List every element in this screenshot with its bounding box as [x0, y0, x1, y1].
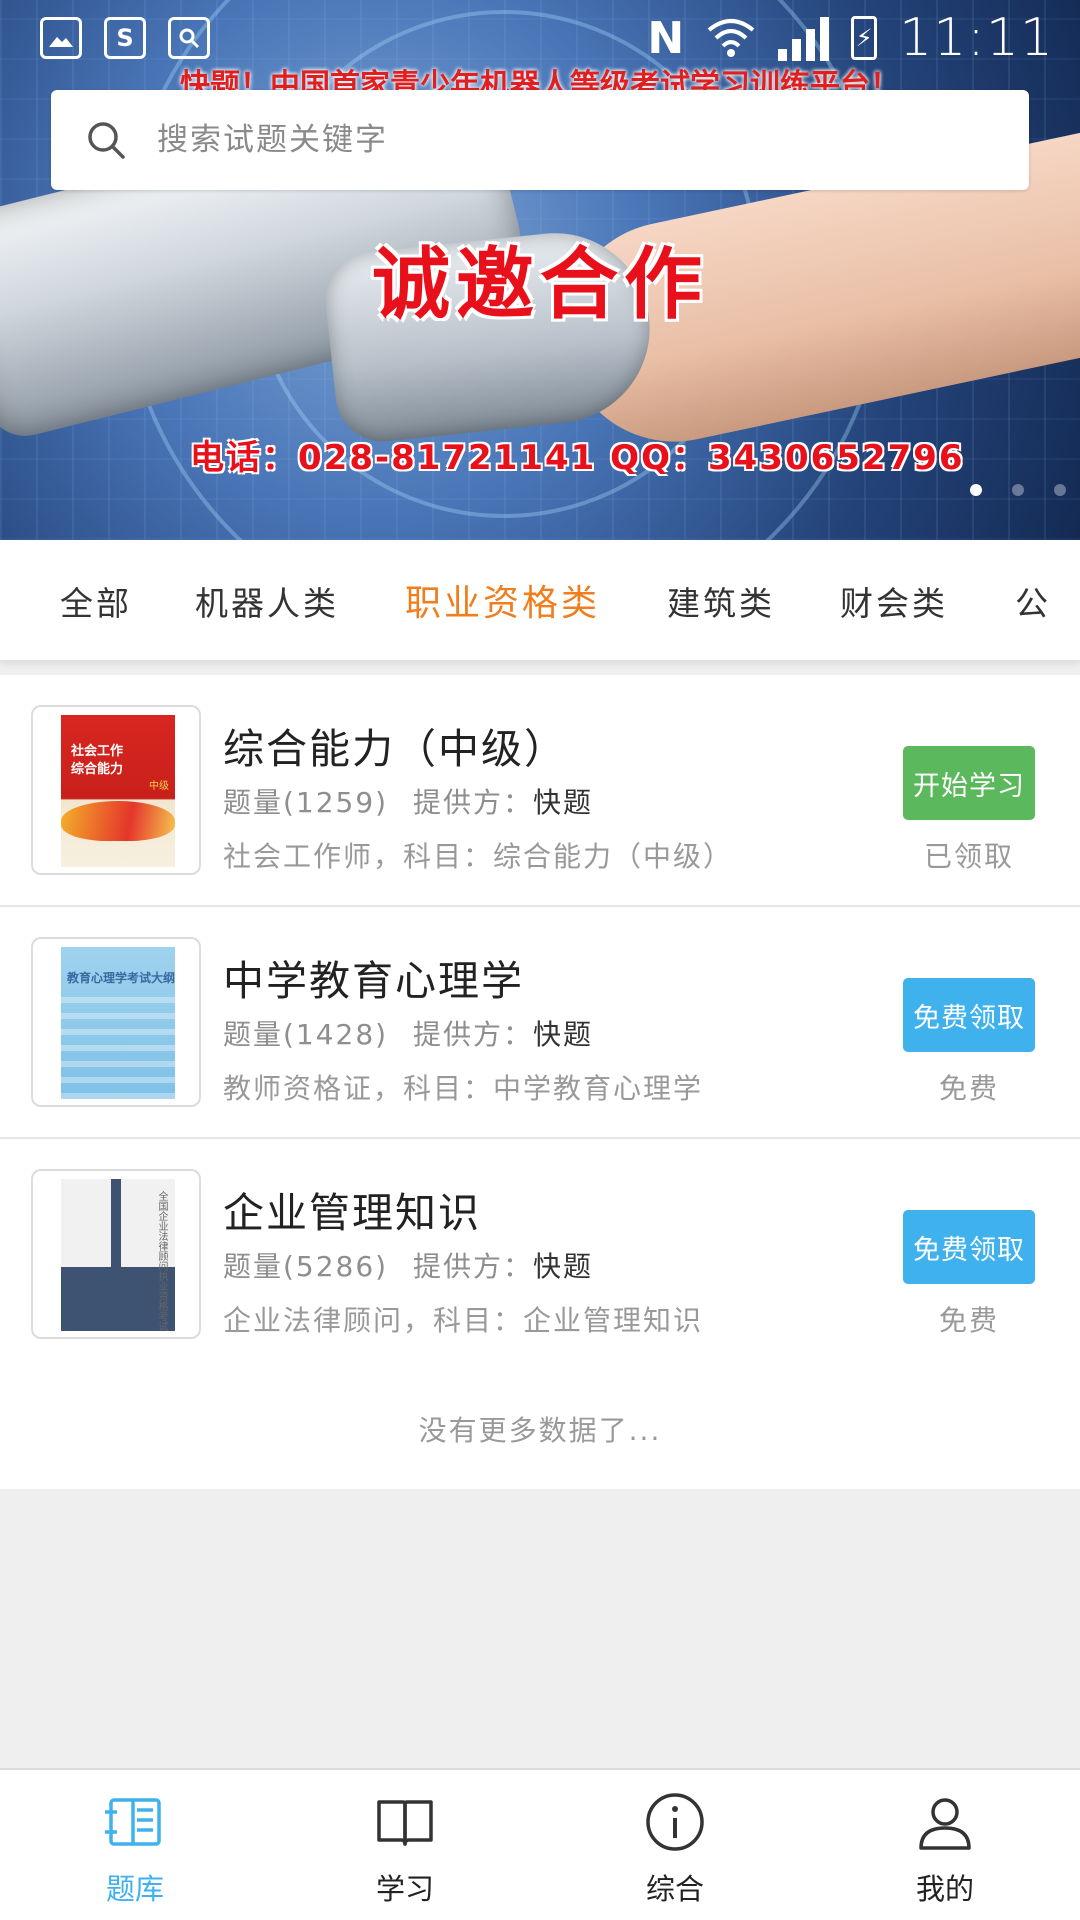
item-status: 免费	[938, 1304, 999, 1337]
system-status: N ⚡ 11:11	[647, 8, 1054, 68]
nfc-icon: N	[647, 12, 685, 64]
provider-name: 快题	[533, 1018, 594, 1051]
question-count: 题量(1259)	[223, 786, 389, 819]
item-title: 综合能力（中级）	[223, 725, 567, 773]
provider-label: 提供方：	[413, 1250, 534, 1283]
cover-text: 全国企业法律顾问执业资格考试	[156, 1191, 167, 1331]
start-learning-button[interactable]: 开始学习	[903, 746, 1035, 820]
carousel-dot[interactable]	[1054, 484, 1066, 496]
book-cover: 全国企业法律顾问执业资格考试	[31, 1169, 201, 1339]
cover-text: 教育心理学考试大纲	[67, 971, 176, 985]
signal-icon	[778, 15, 830, 61]
nav-label: 我的	[915, 1872, 974, 1906]
item-meta: 题量(1428) 提供方：快题	[223, 1013, 593, 1053]
search-bar[interactable]	[51, 90, 1029, 190]
banner-contact: 电话：028-81721141 QQ：3430652796	[190, 438, 965, 478]
gallery-notification-icon	[40, 17, 82, 59]
tab-robot[interactable]: 机器人类	[195, 577, 339, 625]
battery-charging-icon: ⚡	[851, 16, 878, 60]
profile-icon	[919, 1798, 971, 1850]
provider-name: 快题	[533, 786, 594, 819]
cover-text: 社会工作 综合能力	[71, 744, 124, 777]
nav-label: 题库	[105, 1872, 164, 1906]
tab-public[interactable]: 公	[1015, 577, 1051, 625]
question-bank-list: 社会工作 综合能力 中级 综合能力（中级） 题量(1259) 提供方：快题 社会…	[0, 675, 1080, 1371]
question-bank-icon	[105, 1798, 161, 1846]
tab-all[interactable]: 全部	[60, 577, 132, 625]
list-item[interactable]: 社会工作 综合能力 中级 综合能力（中级） 题量(1259) 提供方：快题 社会…	[0, 675, 1080, 907]
item-subject: 社会工作师，科目：综合能力（中级）	[223, 840, 734, 873]
bottom-navigation: 题库 学习 综合 我的	[0, 1768, 1080, 1920]
item-title: 企业管理知识	[223, 1189, 481, 1237]
clock: 11:11	[899, 8, 1054, 68]
wifi-icon	[707, 19, 755, 57]
nav-label: 学习	[375, 1872, 434, 1906]
nav-general[interactable]: 综合	[540, 1770, 810, 1920]
nav-label: 综合	[645, 1872, 704, 1906]
search-input[interactable]	[155, 121, 959, 159]
app-screen: 快题！中国首家青少年机器人等级考试学习训练平台！ 诚邀合作 电话：028-817…	[0, 0, 1080, 1920]
status-bar: S N ⚡ 11:11	[0, 0, 1080, 76]
search-notification-icon	[168, 17, 210, 59]
provider-name: 快题	[533, 1250, 594, 1283]
claim-free-button[interactable]: 免费领取	[903, 978, 1035, 1052]
item-subject: 教师资格证，科目：中学教育心理学	[223, 1072, 704, 1105]
item-subject: 企业法律顾问，科目：企业管理知识	[223, 1304, 704, 1337]
book-cover: 社会工作 综合能力 中级	[31, 705, 201, 875]
carousel-indicator	[970, 484, 1066, 496]
claim-free-button[interactable]: 免费领取	[903, 1210, 1035, 1284]
search-icon	[88, 122, 125, 159]
tab-professional-qualification[interactable]: 职业资格类	[405, 574, 600, 626]
s-app-notification-icon: S	[104, 17, 146, 59]
tab-finance[interactable]: 财会类	[840, 577, 948, 625]
question-count: 题量(5286)	[223, 1250, 389, 1283]
provider-label: 提供方：	[413, 786, 534, 819]
info-icon	[646, 1793, 704, 1851]
banner-carousel[interactable]: 快题！中国首家青少年机器人等级考试学习训练平台！ 诚邀合作 电话：028-817…	[0, 0, 1080, 540]
notification-icons: S	[40, 17, 210, 59]
nav-question-bank[interactable]: 题库	[0, 1770, 270, 1920]
carousel-dot[interactable]	[970, 484, 982, 496]
item-status: 免费	[938, 1072, 999, 1105]
item-status: 已领取	[923, 840, 1014, 873]
banner-title: 诚邀合作	[371, 240, 708, 330]
cover-tag: 中级	[149, 781, 169, 792]
list-item[interactable]: 教育心理学考试大纲 中学教育心理学 题量(1428) 提供方：快题 教师资格证，…	[0, 907, 1080, 1139]
item-title: 中学教育心理学	[223, 957, 524, 1005]
nav-profile[interactable]: 我的	[810, 1770, 1080, 1920]
provider-label: 提供方：	[413, 1018, 534, 1051]
tab-construction[interactable]: 建筑类	[667, 577, 775, 625]
list-item[interactable]: 全国企业法律顾问执业资格考试 企业管理知识 题量(5286) 提供方：快题 企业…	[0, 1139, 1080, 1371]
question-count: 题量(1428)	[223, 1018, 389, 1051]
book-icon	[377, 1800, 433, 1846]
item-meta: 题量(5286) 提供方：快题	[223, 1245, 593, 1285]
book-cover: 教育心理学考试大纲	[31, 937, 201, 1107]
carousel-dot[interactable]	[1012, 484, 1024, 496]
list-end-message: 没有更多数据了...	[0, 1369, 1080, 1489]
nav-study[interactable]: 学习	[270, 1770, 540, 1920]
category-tabs: 全部 机器人类 职业资格类 建筑类 财会类 公	[0, 540, 1080, 660]
item-meta: 题量(1259) 提供方：快题	[223, 781, 593, 821]
